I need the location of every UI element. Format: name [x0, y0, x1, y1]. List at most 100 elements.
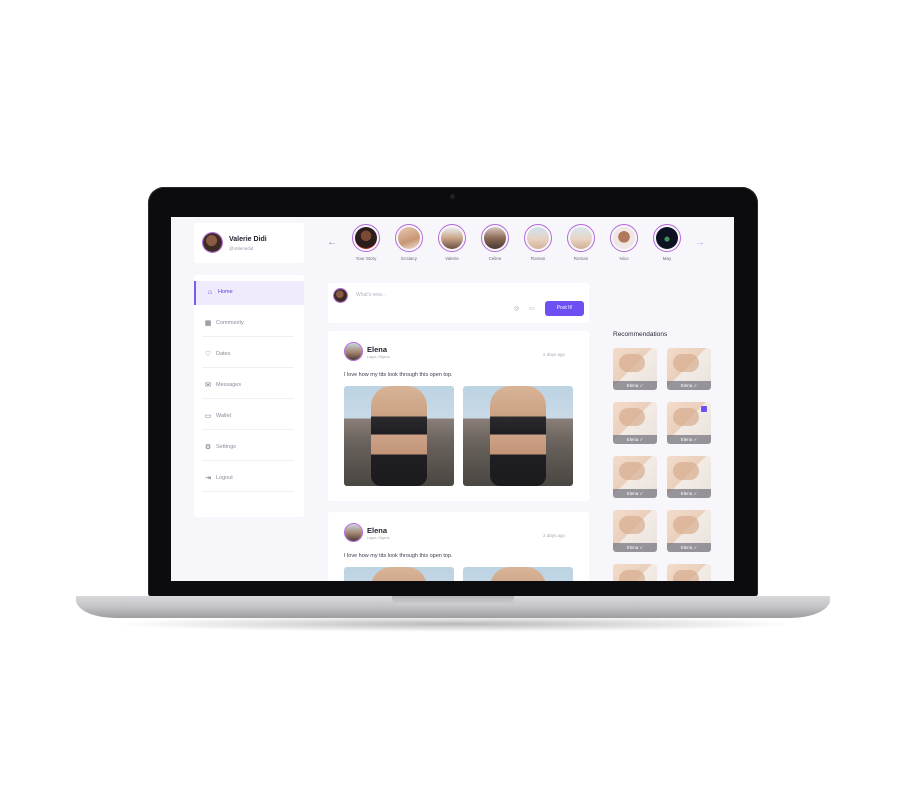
recommendation-label: Elena ✓: [667, 489, 711, 498]
story-label: Nico: [619, 256, 629, 261]
post-author[interactable]: Elena: [367, 526, 387, 535]
sidebar-item-label: Messages: [216, 382, 242, 388]
recommendation-label: Elena ✓: [667, 381, 711, 390]
divider: [202, 491, 294, 492]
sidebar-item-label: Home: [218, 289, 233, 295]
sidebar-item-dates[interactable]: ♡ Dates: [194, 343, 304, 367]
profile-handle: @Valeriedid: [229, 246, 254, 251]
recommendation-label: Elena ✓: [667, 435, 711, 444]
sidebar-item-settings[interactable]: ⚙ Settings: [194, 436, 304, 460]
story-label: May: [662, 256, 672, 261]
heart-icon: ♡: [204, 351, 212, 358]
divider: [202, 460, 294, 461]
post-card: Elena Lagos, Nigeria 2 days ago I love h…: [328, 512, 589, 581]
camera-icon[interactable]: ◎: [514, 305, 519, 312]
photo-subject: [619, 408, 645, 426]
sidebar-item-logout[interactable]: ⇥ Logout: [194, 467, 304, 491]
post-composer: What's new... ◎ ▭ Post It!: [328, 283, 589, 323]
post-text: I love how my tits look through this ope…: [344, 372, 453, 378]
recommendation-label: Elena ✓: [613, 489, 657, 498]
post-button[interactable]: Post It!: [545, 301, 584, 316]
post-image[interactable]: [344, 567, 454, 581]
recommendation-card[interactable]: Elena ✓: [667, 402, 711, 444]
divider: [202, 367, 294, 368]
community-icon: ▦: [204, 320, 212, 327]
story-label: Roman: [573, 256, 589, 261]
divider: [202, 336, 294, 337]
laptop-mockup: Valerie Didi @Valeriedid ⌂ Home ▦ Commun…: [0, 0, 904, 806]
recommendation-label: Elena ✓: [613, 435, 657, 444]
photo-subject: [371, 567, 427, 581]
recommendation-card[interactable]: Elena ✓: [613, 510, 657, 552]
recommendation-card[interactable]: Elena ✓: [667, 456, 711, 498]
recommendation-card[interactable]: Elena ✓: [613, 402, 657, 444]
story-avatar: [438, 224, 466, 252]
sidebar-item-messages[interactable]: ✉ Messages: [194, 374, 304, 398]
post-card: Elena Lagos, Nigeria 2 days ago I love h…: [328, 331, 589, 501]
photo-subject: [490, 567, 546, 581]
photo-subject: [619, 354, 645, 372]
post-location: Lagos, Nigeria: [367, 536, 390, 540]
photo-subject: [619, 570, 645, 581]
post-author[interactable]: Elena: [367, 345, 387, 354]
arrow-left-icon[interactable]: ←: [327, 237, 337, 248]
story-label: Celine: [488, 256, 502, 261]
webcam: [450, 194, 455, 199]
profile-card[interactable]: Valerie Didi @Valeriedid: [194, 223, 304, 263]
laptop-shadow: [110, 616, 800, 632]
recommendation-card[interactable]: Elena ✓: [613, 348, 657, 390]
post-image[interactable]: [344, 386, 454, 486]
sidebar-item-community[interactable]: ▦ Community: [194, 312, 304, 336]
post-location: Lagos, Nigeria: [367, 355, 390, 359]
video-icon[interactable]: ▭: [529, 305, 535, 312]
recommendation-card[interactable]: [667, 564, 711, 581]
recommendation-label: Elena ✓: [667, 543, 711, 552]
recommendation-card[interactable]: Elena ✓: [667, 510, 711, 552]
photo-subject: [673, 408, 699, 426]
arrow-right-icon[interactable]: →: [695, 237, 705, 248]
mail-icon: ✉: [205, 382, 211, 389]
recommendation-card[interactable]: Elena ✓: [667, 348, 711, 390]
recommendation-label: Elena ✓: [613, 381, 657, 390]
post-image[interactable]: [463, 386, 573, 486]
story-avatar: [352, 224, 380, 252]
story-avatar: [481, 224, 509, 252]
gear-icon: ⚙: [204, 444, 212, 451]
photo-subject: [673, 516, 699, 534]
recommendation-label: Elena ✓: [613, 543, 657, 552]
recommendation-card[interactable]: Elena ✓: [613, 456, 657, 498]
photo-subject: [371, 386, 427, 486]
laptop-lid: Valerie Didi @Valeriedid ⌂ Home ▦ Commun…: [148, 187, 758, 597]
story-label: Roman: [530, 256, 546, 261]
home-icon: ⌂: [207, 289, 213, 296]
profile-name: Valerie Didi: [229, 236, 267, 243]
recommendation-card[interactable]: [613, 564, 657, 581]
avatar-ring: [344, 342, 363, 361]
laptop-notch: [392, 596, 514, 605]
composer-input[interactable]: What's new...: [356, 292, 386, 298]
divider: [202, 429, 294, 430]
sidebar-item-label: Community: [216, 320, 244, 326]
post-text: I love how my tits look through this ope…: [344, 553, 453, 559]
photo-subject: [673, 354, 699, 372]
story-avatar: [610, 224, 638, 252]
sidebar-item-label: Logout: [216, 475, 233, 481]
divider: [202, 398, 294, 399]
logout-icon: ⇥: [205, 475, 211, 482]
photo-subject: [619, 462, 645, 480]
photo-subject: [619, 516, 645, 534]
story-label: Valerie: [445, 256, 459, 261]
sidebar-item-wallet[interactable]: ▭ Wallet: [194, 405, 304, 429]
story-avatar: [653, 224, 681, 252]
sidebar-item-home[interactable]: ⌂ Home: [194, 281, 304, 305]
sidebar-nav: ⌂ Home ▦ Community ♡ Dates ✉ Messages ▭ …: [194, 275, 304, 517]
post-time: 2 days ago: [543, 352, 566, 357]
post-image[interactable]: [463, 567, 573, 581]
bookmark-icon[interactable]: [701, 406, 707, 412]
recommendations-title: Recommendations: [613, 331, 668, 338]
story-label: Your Story: [355, 256, 377, 261]
story-avatar: [524, 224, 552, 252]
story-avatar: [567, 224, 595, 252]
sidebar-item-label: Settings: [216, 444, 236, 450]
avatar-ring: [344, 523, 363, 542]
